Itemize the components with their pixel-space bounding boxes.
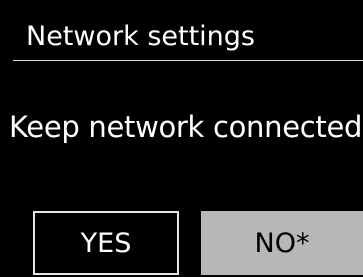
yes-button[interactable]: YES — [33, 211, 179, 275]
no-button[interactable]: NO* — [201, 211, 363, 275]
confirm-question: Keep network connected? — [9, 110, 363, 144]
yes-button-label: YES — [80, 227, 132, 259]
page-title: Network settings — [26, 21, 255, 52]
screen: Network settings Keep network connected?… — [0, 0, 363, 277]
title-divider — [13, 60, 363, 61]
no-button-label: NO* — [254, 227, 310, 259]
